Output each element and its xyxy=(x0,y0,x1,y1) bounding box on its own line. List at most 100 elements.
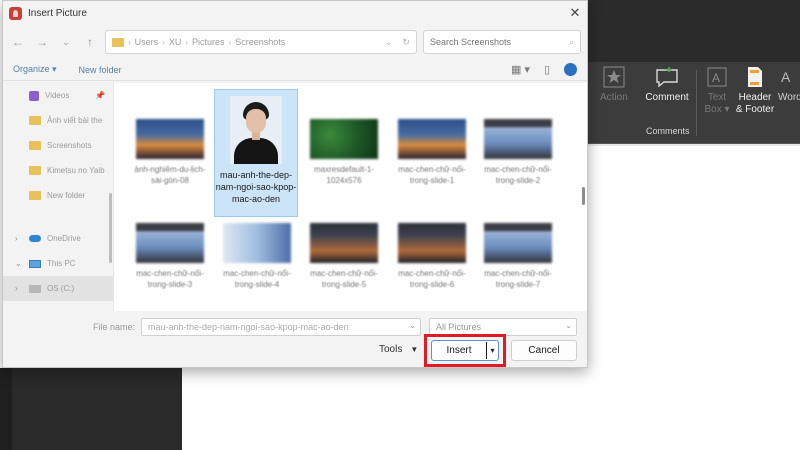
insert-dropdown-icon[interactable]: ▾ xyxy=(486,342,498,359)
breadcrumb-screenshots[interactable]: Screenshots xyxy=(235,37,285,47)
nav-item-new-folder[interactable]: New folder xyxy=(3,183,113,208)
caret-down-icon: ▼ xyxy=(410,345,419,354)
nav-item-screenshots[interactable]: Screenshots xyxy=(3,133,113,158)
breadcrumb-pictures[interactable]: Pictures xyxy=(192,37,225,47)
file-item[interactable]: ảnh-nghiêm-du-lịch-sài-gòn-08 xyxy=(128,119,212,186)
nav-item-videos[interactable]: Videos 📌 xyxy=(3,83,113,108)
action-button[interactable]: Action xyxy=(600,66,628,104)
file-caption: mac-chen-chữ-nổi-trong-slide-1 xyxy=(398,165,466,185)
chevron-right-icon[interactable]: › xyxy=(15,284,23,293)
folder-icon xyxy=(29,166,41,175)
nav-item-label: Screenshots xyxy=(47,141,92,150)
file-item[interactable]: mac-chen-chữ-nổi-trong-slide-7 xyxy=(476,223,560,290)
image-thumbnail xyxy=(136,223,204,263)
file-caption: mau-anh-the-dep-nam-ngoi-sao-kpop-mac-ao… xyxy=(215,170,297,204)
new-folder-button[interactable]: New folder xyxy=(79,65,122,75)
image-thumbnail xyxy=(136,119,204,159)
file-item[interactable]: mac-chen-chữ-nổi-trong-slide-2 xyxy=(476,119,560,186)
insert-picture-dialog: Insert Picture ✕ ← → ⌄ ↑ › Users › XU › … xyxy=(2,0,588,368)
breadcrumb-users[interactable]: Users xyxy=(135,37,159,47)
address-bar[interactable]: › Users › XU › Pictures › Screenshots ⌄ … xyxy=(105,30,417,54)
text-box-button[interactable]: A Text Box ▾ xyxy=(704,66,730,116)
comment-button[interactable]: Comment xyxy=(644,66,690,104)
file-name-label: File name: xyxy=(93,322,136,332)
refresh-icon[interactable]: ↻ xyxy=(402,37,410,48)
word-art-button[interactable]: A Word xyxy=(778,66,800,104)
chevron-down-icon[interactable]: ⌄ xyxy=(409,321,416,330)
chevron-down-icon[interactable]: ⌄ xyxy=(15,259,23,268)
file-caption: mac-chen-chữ-nổi-trong-slide-6 xyxy=(398,269,466,289)
navigation-bar: ← → ⌄ ↑ › Users › XU › Pictures › Screen… xyxy=(3,25,587,59)
command-bar: Organize ▾ New folder ▦ ▾ ▯ xyxy=(3,59,587,81)
up-icon[interactable]: ↑ xyxy=(81,35,99,49)
nav-item-onedrive[interactable]: › OneDrive xyxy=(3,226,113,251)
help-icon[interactable] xyxy=(564,63,577,76)
image-thumbnail xyxy=(310,119,378,159)
view-options-icon[interactable]: ▦ ▾ xyxy=(511,63,530,76)
file-list-scrollbar[interactable] xyxy=(579,83,587,311)
text-box-icon: A xyxy=(707,67,727,87)
ribbon-separator xyxy=(696,70,697,136)
file-item[interactable]: maxresdefault-1-1024x576 xyxy=(302,119,386,186)
onedrive-icon xyxy=(29,235,41,242)
forward-icon[interactable]: → xyxy=(33,35,51,49)
file-item[interactable]: mac-chen-chữ-nổi-trong-slide-4 xyxy=(215,223,299,290)
star-icon xyxy=(603,66,625,88)
comment-label: Comment xyxy=(645,92,689,103)
chevron-down-icon: ⌄ xyxy=(565,321,572,330)
insert-label: Insert xyxy=(446,345,472,356)
chevron-down-icon[interactable]: ⌄ xyxy=(57,37,75,48)
powerpoint-titlebar xyxy=(588,0,800,62)
file-caption: mac-chen-chữ-nổi-trong-slide-2 xyxy=(484,165,552,185)
folder-icon xyxy=(29,116,41,125)
image-thumbnail xyxy=(398,223,466,263)
nav-item-anh-viet-bai[interactable]: Ảnh viết bài the xyxy=(3,108,113,133)
file-name-field[interactable]: mau-anh-the-dep-nam-ngoi-sao-kpop-mac-ao… xyxy=(141,318,421,336)
image-thumbnail xyxy=(398,119,466,159)
navigation-pane: Videos 📌 Ảnh viết bài the Screenshots Ki… xyxy=(3,83,113,311)
nav-item-this-pc[interactable]: ⌄ This PC xyxy=(3,251,113,276)
dialog-titlebar: Insert Picture ✕ xyxy=(3,1,587,25)
drive-icon xyxy=(29,284,41,293)
file-item[interactable]: mac-chen-chữ-nổi-trong-slide-6 xyxy=(390,223,474,290)
this-pc-icon xyxy=(29,259,41,268)
nav-item-label: OS (C:) xyxy=(47,284,75,293)
powerpoint-icon xyxy=(9,6,22,20)
word-label: Word xyxy=(778,92,800,103)
image-thumbnail xyxy=(484,223,552,263)
header-footer-button[interactable]: Header & Footer xyxy=(734,66,776,116)
address-dropdown-icon[interactable]: ⌄ xyxy=(385,37,393,48)
dialog-body: Videos 📌 Ảnh viết bài the Screenshots Ki… xyxy=(3,83,587,311)
comments-group-label: Comments xyxy=(646,126,690,136)
file-item[interactable]: mac-chen-chữ-nổi-trong-slide-3 xyxy=(128,223,212,290)
nav-item-kimetsu[interactable]: Kimetsu no Yaib xyxy=(3,158,113,183)
search-box[interactable]: ⌕ xyxy=(423,30,581,54)
tools-menu[interactable]: Tools ▼ xyxy=(379,344,418,355)
image-thumbnail xyxy=(223,223,291,263)
comment-icon xyxy=(656,67,678,88)
file-caption: mac-chen-chữ-nổi-trong-slide-4 xyxy=(223,269,291,289)
insert-button[interactable]: Insert ▾ xyxy=(431,340,499,361)
preview-pane-icon[interactable]: ▯ xyxy=(544,63,550,76)
file-caption: mac-chen-chữ-nổi-trong-slide-5 xyxy=(310,269,378,289)
file-item[interactable]: mac-chen-chữ-nổi-trong-slide-5 xyxy=(302,223,386,290)
image-thumbnail xyxy=(484,119,552,159)
search-input[interactable] xyxy=(430,37,569,47)
svg-text:A: A xyxy=(712,71,720,85)
text-box-label: Text Box ▾ xyxy=(704,92,730,115)
nav-item-os-c[interactable]: › OS (C:) xyxy=(3,276,113,301)
back-icon[interactable]: ← xyxy=(9,35,27,49)
word-art-icon: A xyxy=(781,69,791,85)
slide-pane-strip xyxy=(0,368,12,450)
file-caption: mac-chen-chữ-nổi-trong-slide-7 xyxy=(484,269,552,289)
organize-button[interactable]: Organize ▾ xyxy=(13,64,57,75)
close-icon[interactable]: ✕ xyxy=(563,5,587,21)
file-item-selected[interactable]: mau-anh-the-dep-nam-ngoi-sao-kpop-mac-ao… xyxy=(214,89,298,217)
file-caption: ảnh-nghiêm-du-lịch-sài-gòn-08 xyxy=(134,165,206,185)
chevron-right-icon[interactable]: › xyxy=(15,234,23,243)
slide-thumbnails-pane xyxy=(0,368,182,450)
file-item[interactable]: mac-chen-chữ-nổi-trong-slide-1 xyxy=(390,119,474,186)
breadcrumb-xu[interactable]: XU xyxy=(169,37,182,47)
file-caption: mac-chen-chữ-nổi-trong-slide-3 xyxy=(136,269,204,289)
cancel-button[interactable]: Cancel xyxy=(511,340,577,361)
